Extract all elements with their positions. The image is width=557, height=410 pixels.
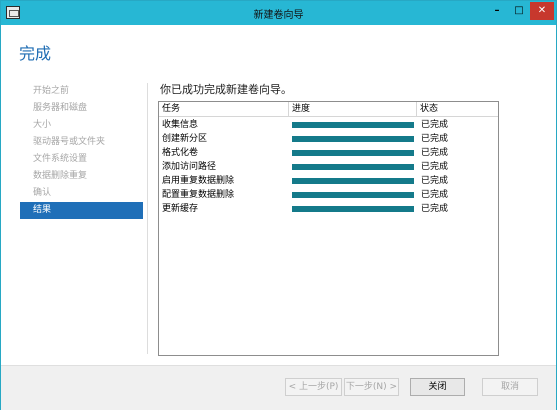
table-row[interactable]: 格式化卷 已完成 bbox=[159, 146, 498, 160]
close-button[interactable]: 关闭 bbox=[410, 378, 465, 396]
task-cell: 配置重复数据删除 bbox=[162, 190, 235, 200]
progress-bar bbox=[292, 164, 414, 170]
table-row[interactable]: 收集信息 已完成 bbox=[159, 118, 498, 132]
step-results[interactable]: 结果 bbox=[20, 202, 143, 219]
button-bar: < 上一步(P) 下一步(N) > 关闭 取消 bbox=[1, 365, 556, 410]
task-cell: 格式化卷 bbox=[162, 148, 199, 158]
status-cell: 已完成 bbox=[421, 148, 449, 158]
table-row[interactable]: 创建新分区 已完成 bbox=[159, 132, 498, 146]
step-confirmation: 确认 bbox=[33, 188, 52, 198]
completion-heading: 你已成功完成新建卷向导。 bbox=[160, 83, 292, 96]
minimize-button[interactable]: – bbox=[486, 2, 508, 20]
step-size: 大小 bbox=[33, 120, 52, 130]
progress-bar-fill bbox=[292, 206, 414, 212]
progress-bar-fill bbox=[292, 150, 414, 156]
progress-bar bbox=[292, 122, 414, 128]
table-row[interactable]: 启用重复数据删除 已完成 bbox=[159, 174, 498, 188]
column-header-progress[interactable]: 进度 bbox=[289, 102, 417, 117]
page-title: 完成 bbox=[19, 44, 52, 63]
column-header-status[interactable]: 状态 bbox=[417, 102, 498, 117]
progress-bar bbox=[292, 192, 414, 198]
task-cell: 更新缓存 bbox=[162, 204, 199, 214]
wizard-window: 新建卷向导 – □ ✕ 完成 开始之前 服务器和磁盘 大小 驱动器号或文件夹 文… bbox=[0, 0, 557, 410]
step-file-system-settings: 文件系统设置 bbox=[33, 154, 88, 164]
table-header: 任务 进度 状态 bbox=[159, 102, 498, 117]
status-cell: 已完成 bbox=[421, 204, 449, 214]
maximize-button[interactable]: □ bbox=[508, 2, 530, 20]
title-bar[interactable]: 新建卷向导 – □ ✕ bbox=[1, 1, 556, 25]
status-cell: 已完成 bbox=[421, 162, 449, 172]
task-cell: 启用重复数据删除 bbox=[162, 176, 235, 186]
status-cell: 已完成 bbox=[421, 190, 449, 200]
progress-bar bbox=[292, 136, 414, 142]
status-cell: 已完成 bbox=[421, 134, 449, 144]
nav-divider bbox=[147, 83, 148, 354]
task-cell: 收集信息 bbox=[162, 120, 199, 130]
step-deduplication: 数据删除重复 bbox=[33, 171, 88, 181]
progress-bar-fill bbox=[292, 192, 414, 198]
step-before-you-begin: 开始之前 bbox=[33, 86, 70, 96]
previous-button[interactable]: < 上一步(P) bbox=[285, 378, 342, 396]
window-title: 新建卷向导 bbox=[253, 10, 304, 21]
cancel-button[interactable]: 取消 bbox=[482, 378, 538, 396]
progress-bar bbox=[292, 178, 414, 184]
close-window-button[interactable]: ✕ bbox=[530, 2, 554, 20]
status-cell: 已完成 bbox=[421, 120, 449, 130]
step-drive-letter-or-folder: 驱动器号或文件夹 bbox=[33, 137, 106, 147]
progress-bar-fill bbox=[292, 122, 414, 128]
next-button[interactable]: 下一步(N) > bbox=[344, 378, 399, 396]
progress-bar-fill bbox=[292, 164, 414, 170]
task-cell: 创建新分区 bbox=[162, 134, 208, 144]
table-row[interactable]: 配置重复数据删除 已完成 bbox=[159, 188, 498, 202]
progress-bar-fill bbox=[292, 136, 414, 142]
column-header-task[interactable]: 任务 bbox=[159, 102, 289, 117]
progress-bar bbox=[292, 150, 414, 156]
task-cell: 添加访问路径 bbox=[162, 162, 217, 172]
wizard-steps: 开始之前 服务器和磁盘 大小 驱动器号或文件夹 文件系统设置 数据删除重复 确认… bbox=[20, 83, 143, 219]
step-server-and-disk: 服务器和磁盘 bbox=[33, 103, 88, 113]
status-cell: 已完成 bbox=[421, 176, 449, 186]
results-table[interactable]: 任务 进度 状态 收集信息 已完成 创建新分区 已完成 格式化卷 已完成 添加访问路径 已完成… bbox=[158, 101, 499, 356]
progress-bar-fill bbox=[292, 178, 414, 184]
table-row[interactable]: 更新缓存 已完成 bbox=[159, 202, 498, 216]
table-row[interactable]: 添加访问路径 已完成 bbox=[159, 160, 498, 174]
progress-bar bbox=[292, 206, 414, 212]
